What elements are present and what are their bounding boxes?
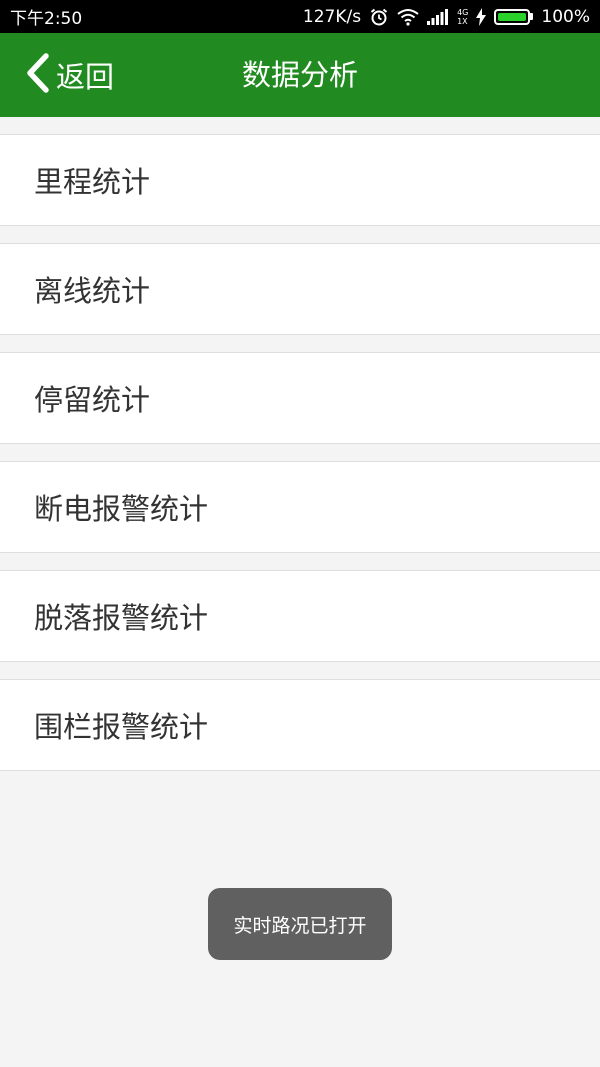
net-speed: 127K/s [302, 6, 362, 27]
chevron-left-icon [24, 52, 52, 98]
charging-icon [476, 7, 487, 26]
back-label: 返回 [56, 60, 115, 94]
menu-item-stay-stats[interactable]: 停留统计 [0, 352, 600, 444]
alarm-icon [369, 7, 389, 27]
battery-icon [494, 8, 534, 25]
statistics-menu: 里程统计 离线统计 停留统计 断电报警统计 脱落报警统计 围栏报警统计 [0, 117, 600, 771]
back-button[interactable]: 返回 [24, 33, 114, 117]
status-bar: 下午2:50 127K/s 4G 1X 100% [0, 0, 600, 33]
menu-item-fence-alarm-stats[interactable]: 围栏报警统计 [0, 679, 600, 771]
menu-item-offline-stats[interactable]: 离线统计 [0, 243, 600, 335]
wifi-icon [397, 8, 419, 26]
toast-message: 实时路况已打开 [208, 888, 392, 960]
battery-percent: 100% [541, 6, 590, 27]
signal-icon [427, 8, 449, 25]
menu-item-power-off-alarm-stats[interactable]: 断电报警统计 [0, 461, 600, 553]
menu-item-detach-alarm-stats[interactable]: 脱落报警统计 [0, 570, 600, 662]
network-type: 4G 1X [457, 7, 469, 26]
menu-item-mileage-stats[interactable]: 里程统计 [0, 134, 600, 226]
nav-bar: 返回 数据分析 [0, 33, 600, 117]
status-time: 下午2:50 [10, 9, 83, 29]
